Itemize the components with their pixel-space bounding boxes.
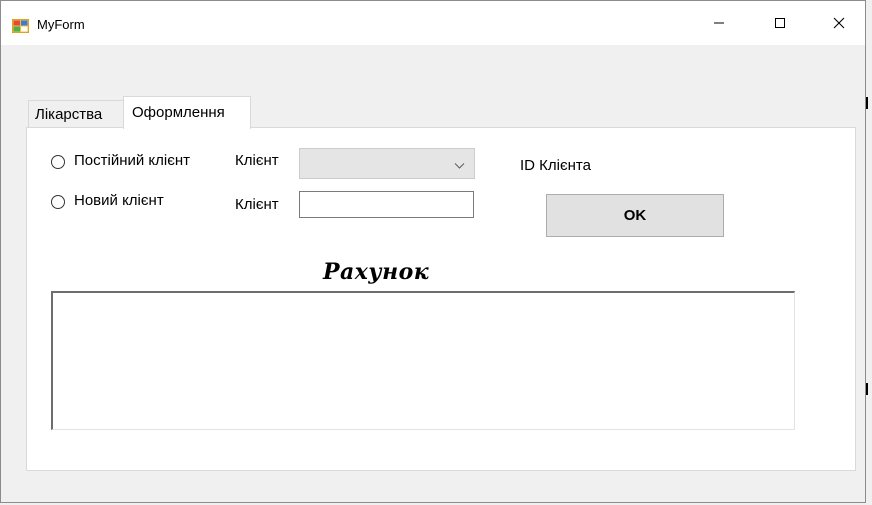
minimize-icon — [714, 22, 724, 24]
screen-edge — [866, 0, 872, 505]
screen-edge-mark — [866, 97, 868, 109]
ok-button[interactable]: OK — [546, 194, 724, 237]
window-title: MyForm — [37, 17, 85, 32]
close-icon — [833, 17, 845, 29]
tab-checkout[interactable]: Оформлення — [123, 96, 251, 129]
tab-medicines[interactable]: Лікарства — [28, 100, 124, 128]
client-id-label: ID Клієнта — [520, 157, 591, 174]
maximize-button[interactable] — [757, 1, 803, 45]
client-label-regular: Клієнт — [235, 152, 279, 169]
close-button[interactable] — [816, 1, 862, 45]
client-combobox[interactable] — [299, 148, 475, 179]
title-bar[interactable]: MyForm — [1, 1, 865, 45]
client-label-new: Клієнт — [235, 196, 279, 213]
app-icon — [11, 18, 30, 34]
tab-checkout-label: Оформлення — [132, 104, 225, 121]
regular-client-label[interactable]: Постійний клієнт — [74, 152, 190, 169]
tab-medicines-label: Лікарства — [35, 106, 103, 123]
bill-textbox[interactable] — [51, 291, 795, 430]
regular-client-radio[interactable] — [51, 155, 65, 169]
maximize-icon — [775, 18, 785, 28]
client-name-input[interactable] — [299, 191, 474, 218]
screen-edge-mark — [866, 383, 868, 395]
minimize-button[interactable] — [696, 1, 742, 45]
new-client-radio[interactable] — [51, 195, 65, 209]
bill-heading: Рахунок — [323, 259, 430, 285]
chevron-down-icon — [454, 158, 465, 176]
app-window: MyForm Лікарства Оформлення Постійний кл… — [0, 0, 866, 503]
new-client-label[interactable]: Новий клієнт — [74, 192, 164, 209]
